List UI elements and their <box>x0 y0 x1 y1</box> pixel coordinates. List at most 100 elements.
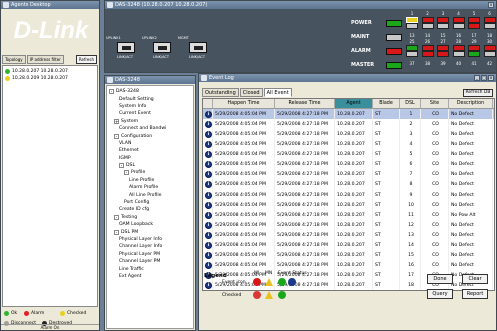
row-icon-cell: i <box>203 220 213 231</box>
config-tree-item[interactable]: - DSL PM <box>109 228 191 235</box>
dsl-port[interactable] <box>421 23 434 29</box>
agent-tree-item[interactable]: 10.28.0.207 10.28.0.207 <box>5 68 95 75</box>
clear-button[interactable]: Clear <box>462 274 488 284</box>
collapse-icon[interactable]: - <box>124 170 129 176</box>
table-row[interactable]: i 5/29/2008 4:05:04 PM 5/29/2008 4:27:18 P… <box>203 179 494 191</box>
config-tree-item[interactable]: Default Setting <box>109 95 191 102</box>
table-row[interactable]: i 5/29/2008 4:05:04 PM 5/29/2008 4:27:18 P… <box>203 129 494 140</box>
collapse-icon[interactable]: - <box>119 163 124 169</box>
dsl-port[interactable] <box>421 51 434 57</box>
collapse-icon[interactable]: - <box>114 214 119 220</box>
column-header[interactable]: Agent <box>335 99 373 109</box>
config-tree-item[interactable]: - DSL <box>109 162 191 169</box>
collapse-icon[interactable]: - <box>114 133 119 139</box>
agents-titlebar[interactable]: Agents Desktop <box>1 1 99 9</box>
tab-ip-filter[interactable]: IP address filter <box>26 55 64 64</box>
agent-refresh-button[interactable]: Refresh <box>75 55 97 64</box>
agent-tree-item[interactable]: 10.28.0.209 10.28.0.207 <box>5 75 95 82</box>
config-tree-item[interactable]: Alarm Profile <box>109 184 191 191</box>
dsl-port[interactable] <box>406 51 418 57</box>
dsl-port[interactable] <box>437 51 449 57</box>
event-tabs: Outstanding Closed All Event <box>202 88 293 97</box>
config-tree-item[interactable]: VLAN <box>109 140 191 147</box>
config-tree-item[interactable]: Port Config <box>109 199 191 206</box>
device-titlebar[interactable]: DAS-3248 (10.28.0.207 10.28.0.207) x <box>105 1 496 9</box>
dsl-port[interactable] <box>452 23 465 29</box>
column-header[interactable]: Happen Time <box>213 99 275 109</box>
config-tree-item[interactable]: Physical Layer Info <box>109 236 191 243</box>
info-icon: i <box>205 171 212 179</box>
collapse-icon[interactable]: - <box>114 229 119 235</box>
uplink-port[interactable] <box>117 42 135 53</box>
tab-outstanding[interactable]: Outstanding <box>202 88 239 97</box>
config-tree-item[interactable]: - Profile <box>109 169 191 176</box>
port-number: 41 <box>471 61 477 66</box>
config-tree-item[interactable]: Connect and Bandwi <box>109 125 191 132</box>
config-tree-item[interactable]: Line Traffic <box>109 265 191 272</box>
tab-topology[interactable]: Topology <box>2 55 26 64</box>
dsl-port[interactable] <box>468 23 480 29</box>
column-header[interactable]: Blade <box>373 99 400 109</box>
config-tree-item[interactable]: System Info <box>109 103 191 110</box>
table-row[interactable]: i 5/29/2008 4:05:04 PM 5/29/2008 4:27:18 P… <box>203 240 494 251</box>
column-header[interactable]: DSL <box>400 99 421 109</box>
close-icon[interactable]: x <box>488 2 494 8</box>
table-row[interactable]: i 5/29/2008 4:05:04 PM 5/29/2008 4:27:18 P… <box>203 200 494 211</box>
config-tree-item[interactable]: Ethernet <box>109 147 191 154</box>
table-row[interactable]: i 5/29/2008 4:05:04 PM 5/29/2008 4:27:18 P… <box>203 210 494 221</box>
config-tree-item[interactable]: Line Profile <box>109 177 191 184</box>
config-tree-item[interactable]: - DAS-3248 <box>109 88 191 95</box>
config-tree-item[interactable]: IGMP <box>109 155 191 162</box>
dsl-port[interactable] <box>483 23 496 29</box>
table-row[interactable]: i 5/29/2008 4:05:04 PM 5/29/2008 4:27:18 P… <box>203 119 494 130</box>
close-icon[interactable]: x <box>488 75 494 81</box>
config-tree-item[interactable]: Create ID cfg <box>109 206 191 213</box>
config-tree-item[interactable]: - Configuration <box>109 132 191 139</box>
tab-closed[interactable]: Closed <box>239 88 263 97</box>
config-tree-item[interactable]: - Testing <box>109 214 191 221</box>
uplink-port[interactable] <box>153 42 171 53</box>
dsl-port[interactable] <box>452 51 465 57</box>
table-row[interactable]: i 5/29/2008 4:05:04 PM 5/29/2008 4:27:18 P… <box>203 220 494 231</box>
minimize-icon[interactable]: _ <box>474 75 480 81</box>
tab-all-event[interactable]: All Event <box>263 88 292 97</box>
uplink-port[interactable] <box>189 42 207 53</box>
table-row[interactable]: i 5/29/2008 4:05:04 PM 5/29/2008 4:27:18 P… <box>203 139 494 150</box>
table-row[interactable]: i 5/29/2008 4:05:04 PM 5/29/2008 4:27:18 P… <box>203 149 494 160</box>
table-row[interactable]: i 5/29/2008 4:05:04 PM 5/29/2008 4:27:18 P… <box>203 190 494 201</box>
column-header[interactable]: Description <box>449 99 493 109</box>
config-tree-item[interactable]: + System <box>109 118 191 125</box>
dsl-port[interactable] <box>483 51 496 57</box>
cell-agent: 10.28.0.207 <box>335 179 373 191</box>
column-header[interactable]: Site <box>421 99 449 109</box>
event-titlebar[interactable]: Event Log _ □ x <box>199 74 496 82</box>
maximize-icon[interactable]: □ <box>481 75 487 81</box>
collapse-icon[interactable]: - <box>109 89 114 95</box>
config-tree-item[interactable]: OAM Loopback <box>109 221 191 228</box>
report-button[interactable]: Report <box>462 289 488 299</box>
expand-icon[interactable]: + <box>114 118 119 124</box>
table-row[interactable]: i 5/29/2008 4:05:04 PM 5/29/2008 4:27:18 P… <box>203 230 494 241</box>
tree-titlebar[interactable]: DAS-3248 <box>105 76 195 84</box>
cell-blade: ST <box>373 240 400 251</box>
config-tree-item[interactable]: All Line Profile <box>109 191 191 198</box>
event-grid: Happen Time Release Time Agent Blade DSL Site… <box>202 98 495 291</box>
refresh-db-button[interactable]: Refresh DB <box>463 89 493 97</box>
table-row[interactable]: i 5/29/2008 4:05:04 PM 5/29/2008 4:27:18 P… <box>203 250 494 261</box>
dsl-port[interactable] <box>406 23 418 29</box>
config-tree-item[interactable]: Channel Layer PM <box>109 258 191 265</box>
dsl-port[interactable] <box>468 51 480 57</box>
cell-happen: 5/29/2008 4:05:04 PM <box>213 139 275 150</box>
config-tree-item[interactable]: Physical Layer PM <box>109 251 191 258</box>
config-tree-item[interactable]: Channel Layer Info <box>109 243 191 250</box>
config-tree-item[interactable]: Current Event <box>109 110 191 117</box>
dsl-port[interactable] <box>437 23 449 29</box>
done-button[interactable]: Done <box>427 274 453 284</box>
table-row[interactable]: i 5/29/2008 4:05:04 PM 5/29/2008 4:27:18 P… <box>203 169 494 180</box>
query-button[interactable]: Query <box>427 289 453 299</box>
table-row[interactable]: i 5/29/2008 4:05:04 PM 5/29/2008 4:27:18 P… <box>203 109 494 120</box>
table-row[interactable]: i 5/29/2008 4:05:04 PM 5/29/2008 4:27:18 P… <box>203 159 494 170</box>
column-header[interactable]: Release Time <box>275 99 335 109</box>
cell-happen: 5/29/2008 4:05:04 PM <box>213 159 275 170</box>
config-tree-item[interactable]: Ext Agent <box>109 273 191 280</box>
